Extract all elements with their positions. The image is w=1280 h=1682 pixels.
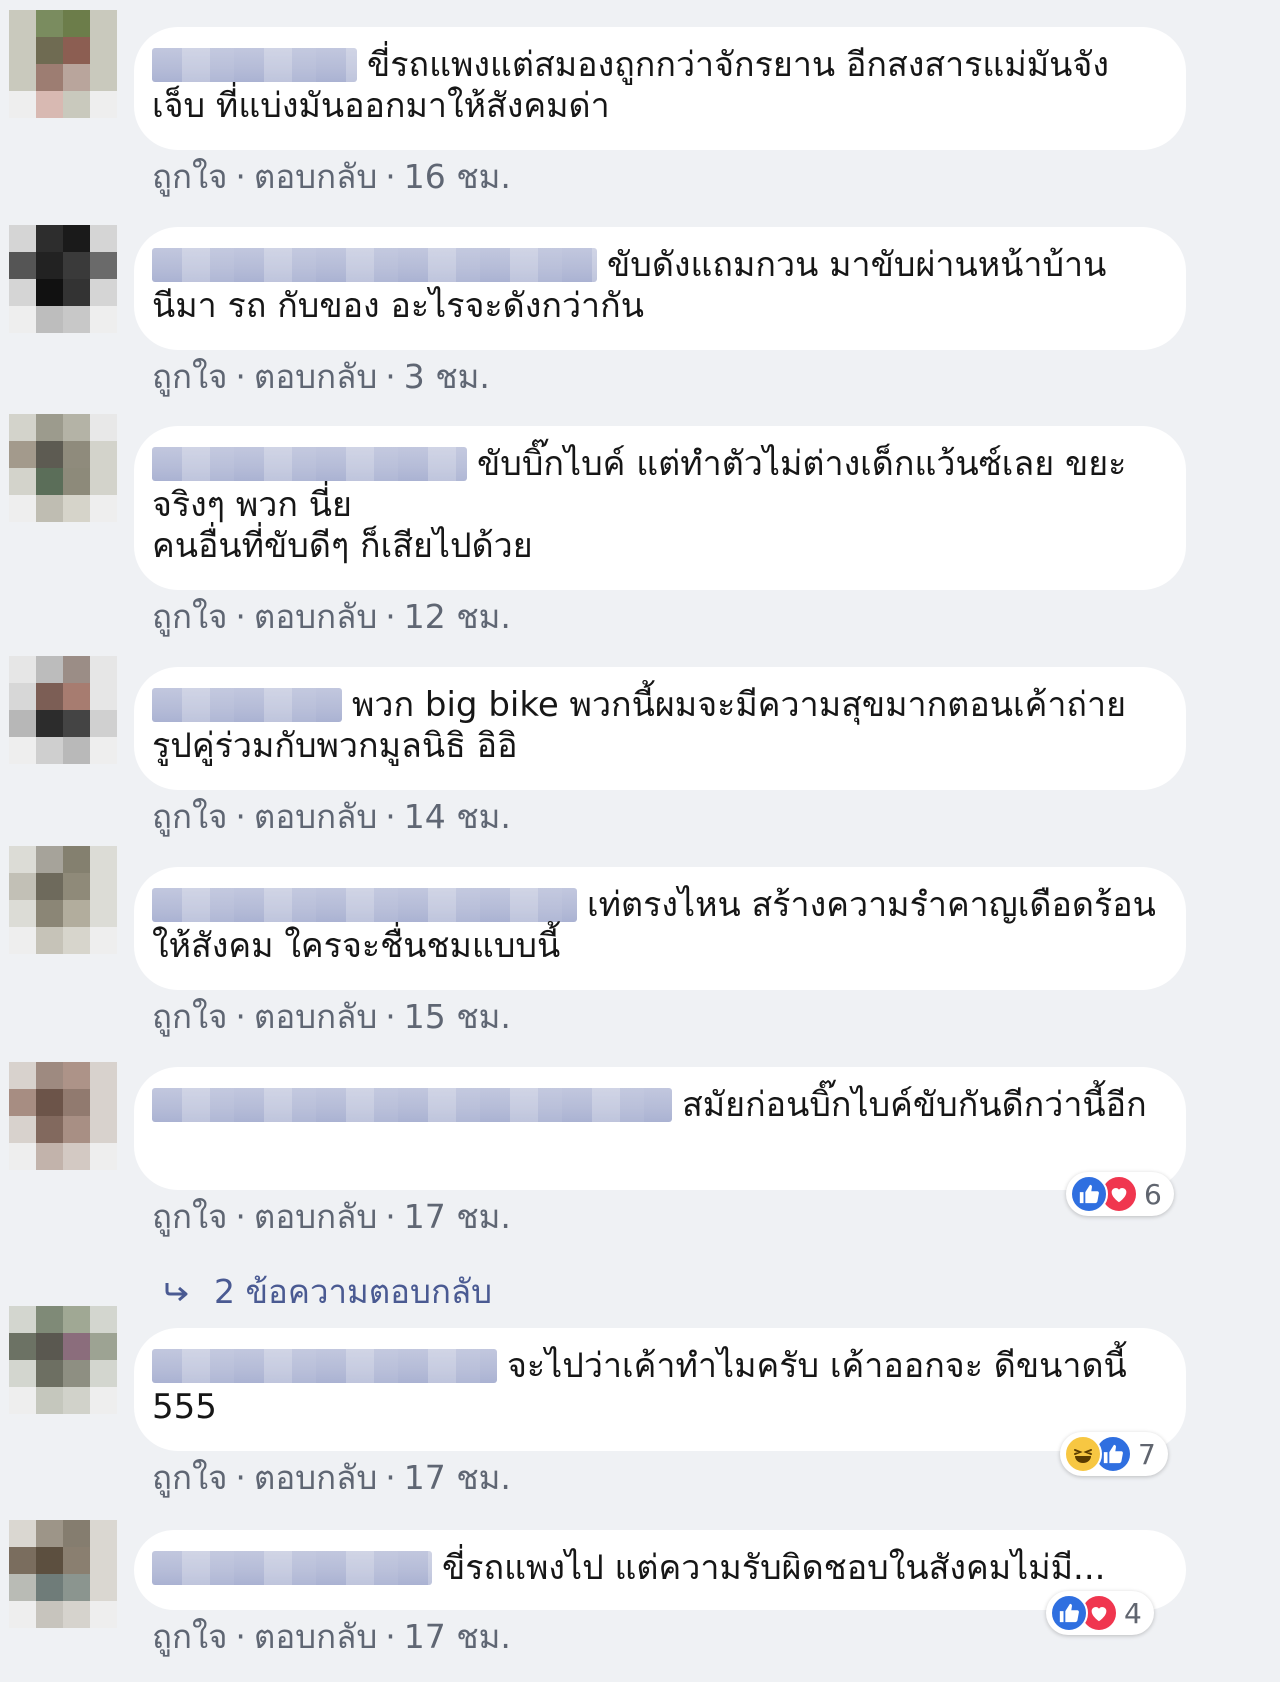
reactions-summary[interactable]: 6 [1066, 1172, 1174, 1216]
reactions-summary[interactable]: 4 [1046, 1591, 1154, 1635]
avatar[interactable] [9, 1306, 117, 1414]
separator-dot: · [385, 157, 396, 196]
separator-dot: · [385, 997, 396, 1036]
reaction-count: 6 [1144, 1177, 1162, 1211]
avatar[interactable] [9, 10, 117, 118]
replies-count-label: 2 ข้อความตอบกลับ [214, 1272, 493, 1311]
comment-actions: ถูกใจ · ตอบกลับ · 17 ชม. [152, 1458, 511, 1498]
like-link[interactable]: ถูกใจ [152, 357, 227, 396]
comment-bubble: ขี่รถแพงไป แต่ความรับผิดชอบในสังคมไม่มี.… [134, 1530, 1186, 1610]
avatar[interactable] [9, 414, 117, 522]
reply-arrow-icon [164, 1272, 190, 1311]
comment-actions: ถูกใจ · ตอบกลับ · 3 ชม. [152, 357, 490, 397]
commenter-name-blurred[interactable] [152, 688, 342, 722]
timestamp[interactable]: 17 ชม. [404, 1197, 511, 1236]
comment-actions: ถูกใจ · ตอบกลับ · 15 ชม. [152, 997, 511, 1037]
commenter-name-blurred[interactable] [152, 1551, 432, 1585]
separator-dot: · [235, 357, 246, 396]
separator-dot: · [235, 1197, 246, 1236]
like-link[interactable]: ถูกใจ [152, 597, 227, 636]
commenter-name-blurred[interactable] [152, 48, 357, 82]
comment-body: สมัยก่อนบิ๊กไบค์ขับกันดีกว่านี้อีก [682, 1085, 1147, 1125]
commenter-name-blurred[interactable] [152, 447, 467, 481]
comment-body: ขี่รถแพงไป แต่ความรับผิดชอบในสังคมไม่มี.… [442, 1548, 1106, 1588]
comment-text: สมัยก่อนบิ๊กไบค์ขับกันดีกว่านี้อีก [152, 1085, 1162, 1126]
separator-dot: · [235, 1617, 246, 1656]
separator-dot: · [235, 997, 246, 1036]
comment-thread: ขี่รถแพงแต่สมองถูกกว่าจักรยาน อีกสงสารแม… [0, 0, 1280, 1682]
comment-bubble: ขี่รถแพงแต่สมองถูกกว่าจักรยาน อีกสงสารแม… [134, 27, 1186, 150]
separator-dot: · [235, 597, 246, 636]
reply-link[interactable]: ตอบกลับ [254, 997, 377, 1036]
reaction-count: 7 [1138, 1437, 1156, 1471]
separator-dot: · [235, 157, 246, 196]
comment-actions: ถูกใจ · ตอบกลับ · 17 ชม. [152, 1197, 511, 1237]
reply-link[interactable]: ตอบกลับ [254, 797, 377, 836]
like-link[interactable]: ถูกใจ [152, 797, 227, 836]
timestamp[interactable]: 15 ชม. [404, 997, 511, 1036]
separator-dot: · [385, 357, 396, 396]
comment-text: เท่ตรงไหน สร้างความรำคาญเดือดร้อนให้สังค… [152, 885, 1162, 967]
separator-dot: · [385, 797, 396, 836]
reply-link[interactable]: ตอบกลับ [254, 157, 377, 196]
reply-link[interactable]: ตอบกลับ [254, 1617, 377, 1656]
like-icon [1070, 1175, 1108, 1213]
comment-bubble: ขับดังแถมกวน มาขับผ่านหน้าบ้าน นีมา รถ ก… [134, 227, 1186, 350]
reply-link[interactable]: ตอบกลับ [254, 1458, 377, 1497]
avatar[interactable] [9, 656, 117, 764]
reactions-summary[interactable]: 7 [1060, 1432, 1168, 1476]
avatar[interactable] [9, 1520, 117, 1628]
like-link[interactable]: ถูกใจ [152, 997, 227, 1036]
comment-text: ขับดังแถมกวน มาขับผ่านหน้าบ้าน นีมา รถ ก… [152, 245, 1162, 327]
comment-text: ขี่รถแพงไป แต่ความรับผิดชอบในสังคมไม่มี.… [152, 1548, 1162, 1589]
commenter-name-blurred[interactable] [152, 1088, 672, 1122]
comment-text: ขี่รถแพงแต่สมองถูกกว่าจักรยาน อีกสงสารแม… [152, 45, 1162, 127]
commenter-name-blurred[interactable] [152, 888, 577, 922]
separator-dot: · [385, 1617, 396, 1656]
comment-bubble: พวก big bike พวกนี้ผมจะมีความสุขมากตอนเค… [134, 667, 1186, 790]
separator-dot: · [235, 797, 246, 836]
comment-bubble: ขับบิ๊กไบค์ แต่ทำตัวไม่ต่างเด็กแว้นซ์เลย… [134, 426, 1186, 590]
comment-actions: ถูกใจ · ตอบกลับ · 12 ชม. [152, 597, 511, 637]
avatar[interactable] [9, 846, 117, 954]
separator-dot: · [385, 597, 396, 636]
comment-bubble: จะไปว่าเค้าทำไมครับ เค้าออกจะ ดีขนาดนี้ … [134, 1328, 1186, 1451]
reply-link[interactable]: ตอบกลับ [254, 357, 377, 396]
like-link[interactable]: ถูกใจ [152, 1617, 227, 1656]
comment-actions: ถูกใจ · ตอบกลับ · 16 ชม. [152, 157, 511, 197]
timestamp[interactable]: 12 ชม. [404, 597, 511, 636]
commenter-name-blurred[interactable] [152, 248, 597, 282]
reply-link[interactable]: ตอบกลับ [254, 1197, 377, 1236]
like-icon [1050, 1594, 1088, 1632]
timestamp[interactable]: 3 ชม. [404, 357, 490, 396]
timestamp[interactable]: 16 ชม. [404, 157, 511, 196]
timestamp[interactable]: 17 ชม. [404, 1458, 511, 1497]
comment-actions: ถูกใจ · ตอบกลับ · 17 ชม. [152, 1617, 511, 1657]
separator-dot: · [385, 1458, 396, 1497]
comment-text: จะไปว่าเค้าทำไมครับ เค้าออกจะ ดีขนาดนี้ … [152, 1346, 1162, 1428]
separator-dot: · [235, 1458, 246, 1497]
comment-bubble: สมัยก่อนบิ๊กไบค์ขับกันดีกว่านี้อีก [134, 1067, 1186, 1190]
like-link[interactable]: ถูกใจ [152, 1458, 227, 1497]
comment-actions: ถูกใจ · ตอบกลับ · 14 ชม. [152, 797, 511, 837]
reply-link[interactable]: ตอบกลับ [254, 597, 377, 636]
like-link[interactable]: ถูกใจ [152, 1197, 227, 1236]
view-replies-link[interactable]: 2 ข้อความตอบกลับ [164, 1265, 492, 1318]
timestamp[interactable]: 17 ชม. [404, 1617, 511, 1656]
commenter-name-blurred[interactable] [152, 1349, 497, 1383]
avatar[interactable] [9, 225, 117, 333]
avatar[interactable] [9, 1062, 117, 1170]
timestamp[interactable]: 14 ชม. [404, 797, 511, 836]
separator-dot: · [385, 1197, 396, 1236]
comment-bubble: เท่ตรงไหน สร้างความรำคาญเดือดร้อนให้สังค… [134, 867, 1186, 990]
reaction-count: 4 [1124, 1596, 1142, 1630]
haha-icon [1064, 1435, 1102, 1473]
comment-text: พวก big bike พวกนี้ผมจะมีความสุขมากตอนเค… [152, 685, 1162, 767]
comment-text: ขับบิ๊กไบค์ แต่ทำตัวไม่ต่างเด็กแว้นซ์เลย… [152, 444, 1162, 567]
like-link[interactable]: ถูกใจ [152, 157, 227, 196]
